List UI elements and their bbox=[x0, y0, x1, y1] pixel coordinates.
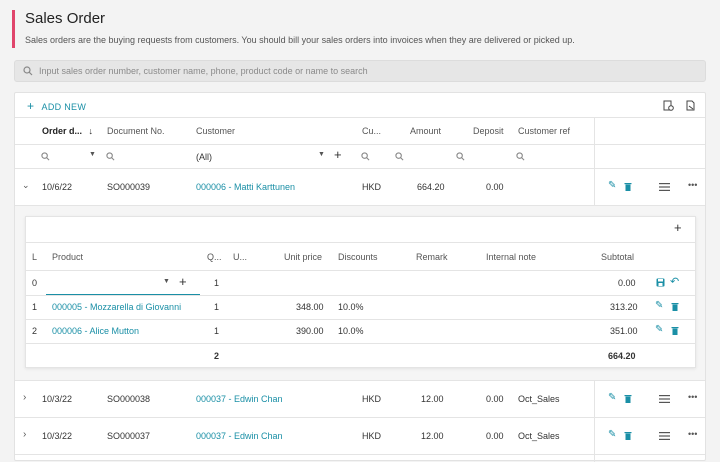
lines-col-discounts[interactable]: Discounts bbox=[338, 252, 378, 262]
edit-icon[interactable]: ✎ bbox=[608, 392, 616, 403]
add-line-icon[interactable]: + bbox=[674, 220, 682, 235]
page-subtitle: Sales orders are the buying requests fro… bbox=[25, 35, 575, 45]
plus-icon: + bbox=[27, 99, 35, 113]
customer-link[interactable]: 000037 - Edwin Chan bbox=[196, 431, 283, 441]
more-icon[interactable]: ••• bbox=[688, 392, 697, 402]
dropdown-caret-icon[interactable]: ▼ bbox=[89, 151, 96, 158]
search-icon bbox=[23, 66, 33, 76]
add-new-button[interactable]: + ADD NEW bbox=[27, 99, 86, 113]
product-link[interactable]: 000006 - Alice Mutton bbox=[52, 326, 139, 336]
col-deposit[interactable]: Deposit bbox=[473, 126, 504, 136]
lines-col-internal-note[interactable]: Internal note bbox=[486, 252, 536, 262]
qty-input[interactable]: 1 bbox=[214, 278, 219, 288]
search-icon[interactable] bbox=[361, 152, 370, 161]
delete-icon[interactable] bbox=[671, 302, 679, 311]
product-select[interactable] bbox=[46, 272, 200, 294]
lines-col-remark[interactable]: Remark bbox=[416, 252, 448, 262]
menu-icon[interactable] bbox=[659, 395, 670, 403]
col-document-no[interactable]: Document No. bbox=[107, 126, 165, 136]
dropdown-caret-icon[interactable]: ▼ bbox=[163, 278, 170, 285]
col-customer[interactable]: Customer bbox=[196, 126, 235, 136]
col-order-date[interactable]: Order d... ↓ bbox=[42, 126, 93, 136]
search-icon[interactable] bbox=[106, 152, 115, 161]
more-icon[interactable]: ••• bbox=[688, 180, 697, 190]
undo-icon[interactable]: ↶ bbox=[670, 275, 679, 288]
order-lines-panel: + L Product Q... U... Unit price Discoun… bbox=[25, 216, 696, 368]
lines-col-unit[interactable]: U... bbox=[233, 252, 247, 262]
customer-filter-select[interactable]: (All) bbox=[196, 152, 212, 162]
dropdown-caret-icon[interactable]: ▼ bbox=[318, 151, 325, 158]
sort-down-icon: ↓ bbox=[88, 126, 94, 136]
product-link[interactable]: 000005 - Mozzarella di Giovanni bbox=[52, 302, 181, 312]
customer-link[interactable]: 000006 - Matti Karttunen bbox=[196, 182, 295, 192]
page-header: Sales Order Sales orders are the buying … bbox=[12, 10, 575, 48]
lines-col-unit-price[interactable]: Unit price bbox=[284, 252, 322, 262]
edit-icon[interactable]: ✎ bbox=[608, 180, 616, 191]
delete-icon[interactable] bbox=[671, 326, 679, 335]
add-new-label: ADD NEW bbox=[41, 102, 87, 112]
search-bar[interactable]: Input sales order number, customer name,… bbox=[14, 60, 706, 82]
lines-total-subtotal: 664.20 bbox=[608, 351, 636, 361]
export-icon[interactable] bbox=[663, 100, 674, 111]
delete-icon[interactable] bbox=[624, 182, 632, 191]
search-icon[interactable] bbox=[456, 152, 465, 161]
search-icon[interactable] bbox=[395, 152, 404, 161]
lines-col-qty[interactable]: Q... bbox=[207, 252, 222, 262]
delete-icon[interactable] bbox=[624, 431, 632, 440]
plus-icon[interactable]: + bbox=[334, 147, 342, 162]
chevron-right-icon[interactable]: › bbox=[23, 392, 26, 403]
col-amount[interactable]: Amount bbox=[410, 126, 441, 136]
search-placeholder: Input sales order number, customer name,… bbox=[39, 66, 368, 76]
edit-icon[interactable]: ✎ bbox=[655, 324, 663, 335]
col-customer-ref[interactable]: Customer ref bbox=[518, 126, 570, 136]
lines-col-subtotal[interactable]: Subtotal bbox=[601, 252, 634, 262]
edit-icon[interactable]: ✎ bbox=[655, 300, 663, 311]
chevron-right-icon[interactable]: › bbox=[23, 429, 26, 440]
col-currency[interactable]: Cu... bbox=[362, 126, 381, 136]
search-icon[interactable] bbox=[41, 152, 50, 161]
lines-total-qty: 2 bbox=[214, 351, 220, 361]
print-icon[interactable] bbox=[685, 100, 696, 111]
chevron-down-icon[interactable]: ⌄ bbox=[22, 180, 30, 191]
search-icon[interactable] bbox=[516, 152, 525, 161]
edit-icon[interactable]: ✎ bbox=[608, 429, 616, 440]
menu-icon[interactable] bbox=[659, 183, 670, 191]
customer-link[interactable]: 000037 - Edwin Chan bbox=[196, 394, 283, 404]
page-title: Sales Order bbox=[25, 10, 106, 27]
menu-icon[interactable] bbox=[659, 432, 670, 440]
lines-col-line[interactable]: L bbox=[32, 252, 37, 262]
save-icon[interactable] bbox=[656, 278, 665, 287]
add-product-icon[interactable]: + bbox=[179, 274, 187, 289]
delete-icon[interactable] bbox=[624, 394, 632, 403]
more-icon[interactable]: ••• bbox=[688, 429, 697, 439]
lines-col-product[interactable]: Product bbox=[52, 252, 83, 262]
sales-order-grid: + ADD NEW Order d... ↓ Document No. Cust… bbox=[14, 92, 706, 462]
